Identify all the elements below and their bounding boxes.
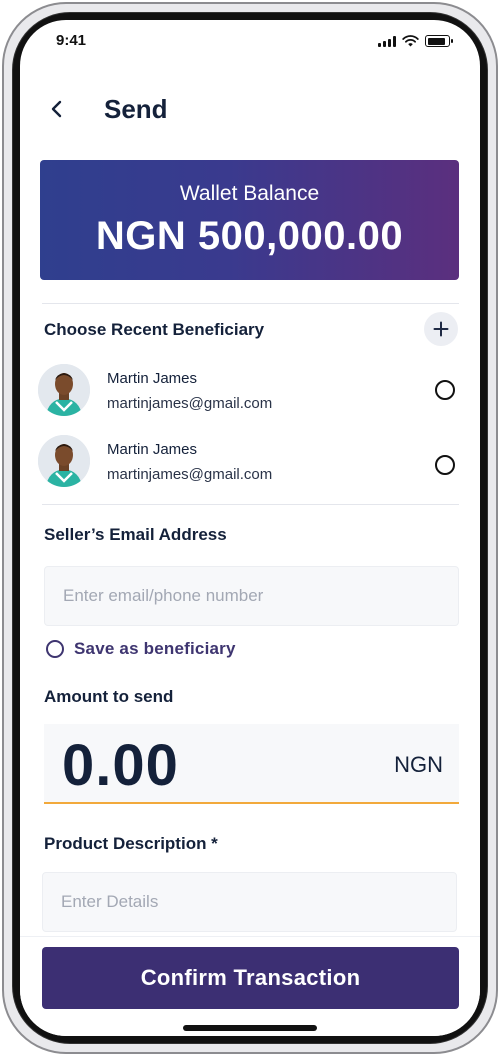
home-indicator [183,1025,317,1031]
confirm-transaction-button[interactable]: Confirm Transaction [42,947,459,1009]
chevron-left-icon[interactable] [42,94,72,124]
wallet-balance-amount: NGN 500,000.00 [95,214,404,258]
bottom-action-bar: Confirm Transaction [20,936,480,1036]
beneficiary-email: martinjames@gmail.com [107,466,273,483]
beneficiary-email: martinjames@gmail.com [107,395,273,412]
avatar [38,435,90,487]
amount-currency: NGN [394,752,443,777]
avatar [38,364,90,416]
product-description-input[interactable] [42,872,457,932]
plus-icon [433,321,449,337]
recent-beneficiary-label: Choose Recent Beneficiary [44,320,265,339]
page-title: Send [104,94,168,124]
beneficiary-name: Martin James [107,370,198,387]
wallet-balance-card: Wallet Balance NGN 500,000.00 [40,160,459,280]
beneficiary-name: Martin James [107,441,198,458]
battery-level [427,37,445,45]
beneficiary-radio[interactable] [435,380,455,400]
save-beneficiary-option[interactable]: Save as beneficiary [46,638,236,660]
product-description-label: Product Description * [44,834,218,853]
save-beneficiary-radio[interactable] [46,640,64,658]
amount-value: 0.00 [62,733,179,798]
divider [42,303,459,304]
add-beneficiary-button[interactable] [424,312,458,346]
save-beneficiary-label: Save as beneficiary [74,639,236,658]
status-bar: 9:41 [20,20,480,64]
wifi-icon [402,35,419,47]
status-time: 9:41 [56,32,87,49]
status-icons [378,35,453,47]
seller-email-label: Seller’s Email Address [44,525,227,544]
battery-icon [425,35,453,47]
signal-icon [378,35,396,47]
app-screen: 9:41 Send Wallet Balance NGN 500,000.00 … [20,20,480,1036]
beneficiary-item[interactable]: Martin James martinjames@gmail.com [38,435,462,491]
amount-input[interactable]: 0.00 NGN [44,724,459,804]
beneficiary-radio[interactable] [435,455,455,475]
wallet-balance-label: Wallet Balance [179,182,320,205]
header: Send [20,84,480,132]
beneficiary-item[interactable]: Martin James martinjames@gmail.com [38,364,462,420]
amount-label: Amount to send [44,687,174,706]
seller-email-input[interactable] [44,566,459,626]
divider [42,504,459,505]
